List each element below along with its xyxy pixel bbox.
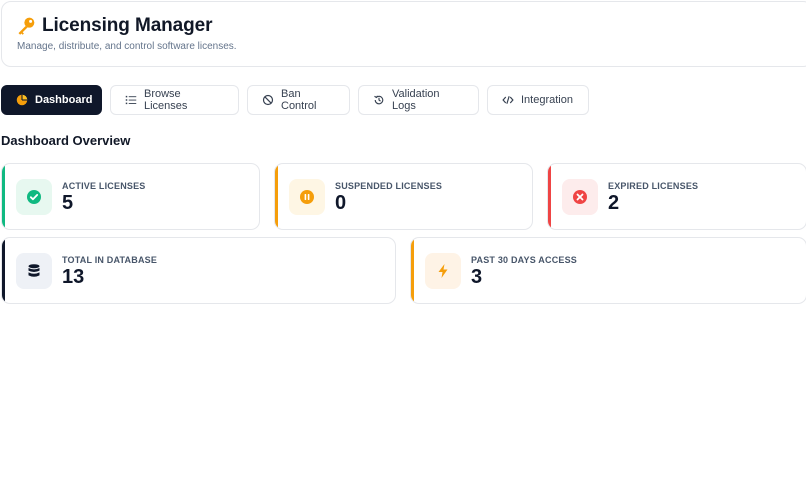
stat-card-suspended-licenses: SUSPENDED LICENSES 0 xyxy=(274,163,533,230)
page-subtitle: Manage, distribute, and control software… xyxy=(17,41,237,52)
check-circle-icon xyxy=(27,190,41,204)
stat-label: PAST 30 DAYS ACCESS xyxy=(471,255,577,265)
stat-card-past-30-days-access: PAST 30 DAYS ACCESS 3 xyxy=(410,237,806,304)
stat-icon-box xyxy=(289,179,325,215)
tab-label: Dashboard xyxy=(35,94,93,106)
stat-label: TOTAL IN DATABASE xyxy=(62,255,158,265)
list-icon xyxy=(125,95,137,105)
stat-value: 5 xyxy=(62,192,74,214)
main-tabs: Dashboard Browse Licenses Ban Control Va… xyxy=(1,85,589,115)
tab-label: Browse Licenses xyxy=(144,88,188,112)
pie-chart-icon xyxy=(16,94,28,106)
stat-label: EXPIRED LICENSES xyxy=(608,181,699,191)
tab-browse-licenses[interactable]: Browse Licenses xyxy=(110,85,239,115)
code-icon xyxy=(502,96,514,104)
stat-label: ACTIVE LICENSES xyxy=(62,181,146,191)
stat-value: 13 xyxy=(62,266,85,288)
stat-label: SUSPENDED LICENSES xyxy=(335,181,443,191)
x-circle-icon xyxy=(573,190,587,204)
tab-label: Integration xyxy=(521,94,573,106)
stat-icon-box xyxy=(425,253,461,289)
stat-value: 0 xyxy=(335,192,347,214)
stat-icon-box xyxy=(562,179,598,215)
history-icon xyxy=(374,95,384,105)
stat-value: 3 xyxy=(471,266,483,288)
ban-icon xyxy=(262,94,274,106)
key-icon xyxy=(18,17,35,35)
tab-integration[interactable]: Integration xyxy=(487,85,589,115)
tab-label: Validation Logs xyxy=(392,88,440,112)
database-icon xyxy=(28,264,40,277)
page-header: Licensing Manager Manage, distribute, an… xyxy=(1,1,806,67)
stat-card-total-in-database: TOTAL IN DATABASE 13 xyxy=(1,237,396,304)
stat-card-active-licenses: ACTIVE LICENSES 5 xyxy=(1,163,260,230)
stat-value: 2 xyxy=(608,192,620,214)
bolt-icon xyxy=(438,264,448,278)
tab-label: Ban Control xyxy=(281,88,317,112)
header-title-row: Licensing Manager xyxy=(16,15,213,37)
tab-ban-control[interactable]: Ban Control xyxy=(247,85,350,115)
pause-circle-icon xyxy=(300,190,314,204)
tab-validation-logs[interactable]: Validation Logs xyxy=(358,85,479,115)
stat-icon-box xyxy=(16,179,52,215)
page-title: Licensing Manager xyxy=(42,15,213,36)
stat-card-expired-licenses: EXPIRED LICENSES 2 xyxy=(547,163,806,230)
tab-dashboard[interactable]: Dashboard xyxy=(1,85,102,115)
section-title: Dashboard Overview xyxy=(1,133,131,148)
stat-icon-box xyxy=(16,253,52,289)
